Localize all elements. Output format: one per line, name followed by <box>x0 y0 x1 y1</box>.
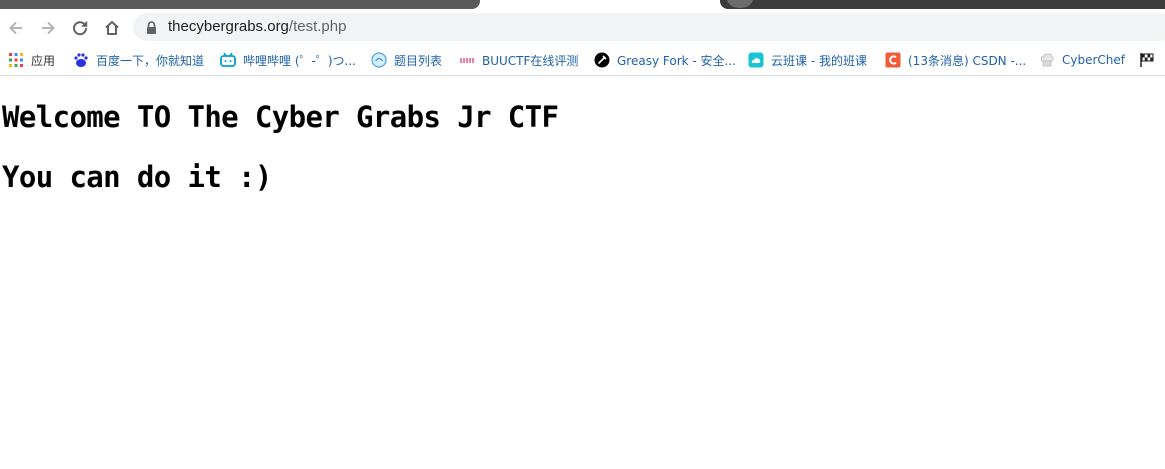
forward-arrow-icon <box>39 19 57 37</box>
greasyfork-icon <box>594 52 610 68</box>
reload-icon <box>71 19 89 37</box>
home-icon <box>103 19 121 37</box>
cyberchef-icon <box>1039 52 1055 68</box>
lock-icon <box>146 20 157 39</box>
browser-tab-other[interactable] <box>720 0 1165 9</box>
bookmark-apps[interactable]: 应用 <box>8 51 55 69</box>
bookmark-label: 应用 <box>31 53 56 68</box>
bookmark-label: 云班课 - 我的班课 <box>771 53 867 68</box>
bookmark-label: 题目列表 <box>394 53 443 68</box>
bookmarks-bar: 应用 百度一下，你就知道 哔哩哔哩 (゜-゜)つ... 题目列表 BUUCTF在… <box>0 46 1165 76</box>
bookmark-bilibili[interactable]: 哔哩哔哩 (゜-゜)つ... <box>220 51 356 69</box>
buuctf-icon <box>459 52 475 68</box>
problem-list-icon <box>371 52 387 68</box>
checkered-flag-icon <box>1139 52 1155 68</box>
bookmark-csdn[interactable]: (13条消息) CSDN -... <box>885 51 1026 69</box>
bookmark-label: CyberChef <box>1062 53 1126 67</box>
address-bar[interactable]: thecybergrabs.org/test.php <box>133 13 1165 41</box>
tab-strip <box>0 0 1165 10</box>
encouragement-heading: You can do it :) <box>2 160 272 194</box>
bookmark-ctf-flag[interactable] <box>1139 51 1162 69</box>
reload-button[interactable] <box>67 15 93 41</box>
browser-toolbar: thecybergrabs.org/test.php <box>0 10 1165 46</box>
back-arrow-icon <box>7 19 25 37</box>
url-text[interactable]: thecybergrabs.org/test.php <box>168 18 346 36</box>
csdn-icon <box>885 52 901 68</box>
bookmark-buuctf[interactable]: BUUCTF在线评测 <box>459 51 578 69</box>
url-domain: thecybergrabs.org <box>168 18 289 35</box>
welcome-heading: Welcome TO The Cyber Grabs Jr CTF <box>2 100 559 134</box>
forward-button[interactable] <box>35 15 61 41</box>
bookmark-problem-list[interactable]: 题目列表 <box>371 51 442 69</box>
bookmark-cloud-class[interactable]: 云班课 - 我的班课 <box>748 51 867 69</box>
bookmark-baidu[interactable]: 百度一下，你就知道 <box>73 51 204 69</box>
browser-tab-active[interactable] <box>0 0 480 9</box>
bookmark-label: 百度一下，你就知道 <box>96 53 205 68</box>
cloud-class-icon <box>748 52 764 68</box>
home-button[interactable] <box>99 15 125 41</box>
bookmark-greasyfork[interactable]: Greasy Fork - 安全... <box>594 51 736 69</box>
bookmark-label: BUUCTF在线评测 <box>482 53 579 68</box>
back-button[interactable] <box>3 15 29 41</box>
url-path: /test.php <box>288 18 347 35</box>
bookmark-label: 哔哩哔哩 (゜-゜)つ... <box>243 53 356 68</box>
bilibili-tv-icon <box>220 52 236 68</box>
bookmark-label: (13条消息) CSDN -... <box>908 53 1027 68</box>
bookmark-cyberchef[interactable]: CyberChef <box>1039 51 1125 69</box>
apps-grid-icon <box>8 52 24 68</box>
baidu-paw-icon <box>73 52 89 68</box>
bookmark-label: Greasy Fork - 安全... <box>617 53 736 68</box>
